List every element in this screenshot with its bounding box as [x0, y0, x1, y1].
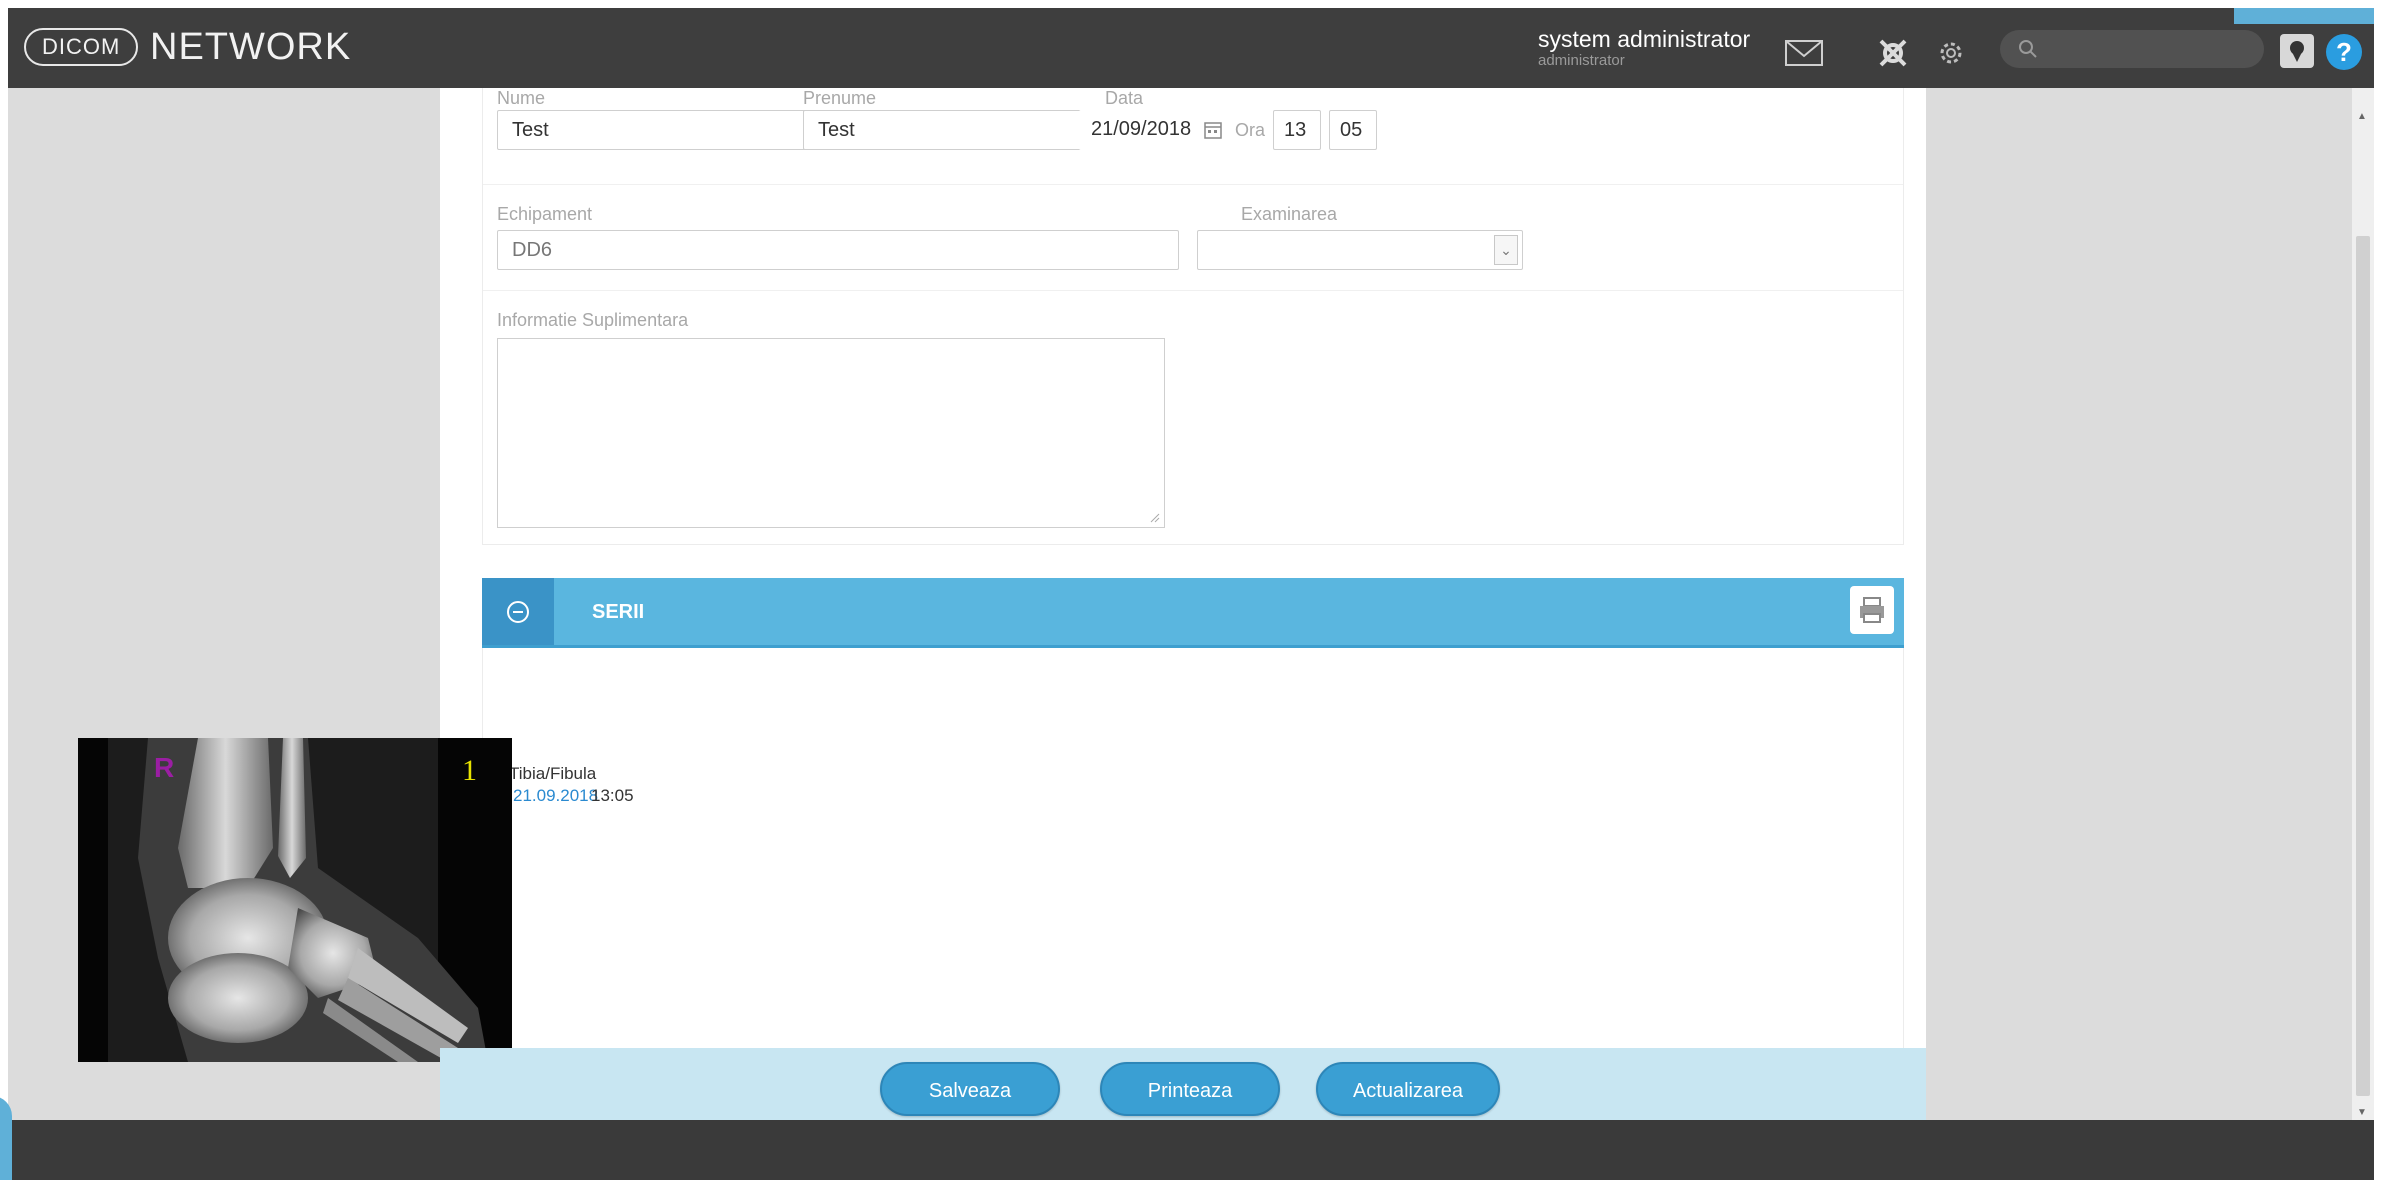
data-label: Data	[1105, 88, 1144, 108]
pin-icon	[2290, 41, 2304, 62]
prenume-input[interactable]: Test	[803, 110, 1125, 150]
gear-icon[interactable]	[1936, 38, 1966, 68]
corner-accent	[2234, 8, 2374, 24]
nume-input[interactable]: Test	[497, 110, 819, 150]
collapse-button[interactable]	[482, 578, 554, 645]
series-date[interactable]: 21.09.2018	[513, 786, 598, 806]
row-divider	[483, 290, 1903, 291]
print-series-button[interactable]	[1850, 586, 1894, 634]
informatie-textarea[interactable]	[497, 338, 1165, 528]
user-role: administrator	[1538, 52, 1625, 69]
series-header: SERII	[482, 578, 1904, 648]
patient-form: Nume Test Prenume Test Data 21/09/2018 O…	[482, 88, 1904, 545]
series-thumbnail[interactable]: R 1	[78, 738, 512, 1062]
minute-input[interactable]: 05	[1329, 110, 1377, 150]
action-bar: Salveaza Printeaza Actualizarea	[440, 1048, 1926, 1128]
logo-text[interactable]: NETWORK	[150, 24, 351, 70]
footer-bar	[8, 1120, 2374, 1180]
search-box[interactable]	[2000, 30, 2264, 68]
tools-icon[interactable]	[1876, 36, 1910, 70]
scroll-up-icon[interactable]: ▲	[2357, 112, 2367, 122]
user-menu[interactable]: system administrator administrator	[1538, 26, 1750, 70]
collapse-icon	[507, 601, 529, 623]
save-button[interactable]: Salveaza	[880, 1062, 1060, 1116]
search-icon	[2019, 40, 2037, 58]
scroll-down-icon[interactable]: ▼	[2357, 1108, 2367, 1118]
user-name: system administrator	[1538, 26, 1751, 52]
prenume-label: Prenume	[803, 88, 877, 108]
xray-image	[78, 738, 512, 1062]
scrollbar[interactable]: ▲ ▼	[2352, 88, 2374, 1128]
informatie-label: Informatie Suplimentara	[497, 310, 689, 330]
chevron-down-icon[interactable]: ⌄	[1494, 235, 1518, 265]
examinarea-label: Examinarea	[1241, 204, 1338, 224]
examinarea-select[interactable]: ⌄	[1197, 230, 1523, 270]
ora-label: Ora	[1235, 120, 1266, 140]
series-panel: Tibia/Fibula 21.09.2018 13:05	[482, 648, 1904, 1069]
series-title: SERII	[592, 601, 645, 623]
envelope-icon[interactable]	[1784, 38, 1824, 68]
row-divider	[483, 184, 1903, 185]
pin-button[interactable]	[2280, 34, 2314, 68]
series-time: 13:05	[591, 786, 634, 805]
print-button[interactable]: Printeaza	[1100, 1062, 1280, 1116]
resize-handle-icon[interactable]	[1148, 511, 1160, 523]
main-panel: Nume Test Prenume Test Data 21/09/2018 O…	[440, 88, 1926, 1128]
help-icon[interactable]: ?	[2326, 34, 2362, 70]
scroll-thumb[interactable]	[2356, 236, 2370, 1096]
series-name: Tibia/Fibula	[509, 764, 597, 783]
calendar-icon[interactable]	[1203, 120, 1223, 140]
left-accent	[0, 1096, 12, 1180]
search-input[interactable]	[2044, 34, 2258, 66]
xray-image-number: 1	[462, 754, 477, 787]
logo-badge[interactable]: DICOM	[24, 28, 139, 66]
nume-label: Nume	[497, 88, 546, 108]
echipament-input[interactable]: DD6	[497, 230, 1179, 270]
echipament-label: Echipament	[497, 204, 593, 224]
xray-orientation-marker: R	[154, 752, 175, 783]
update-button[interactable]: Actualizarea	[1316, 1062, 1500, 1116]
print-icon	[1860, 597, 1884, 623]
app-window: DICOM NETWORK system administrator admin…	[8, 8, 2374, 1180]
hour-input[interactable]: 13	[1273, 110, 1321, 150]
top-bar: DICOM NETWORK system administrator admin…	[8, 8, 2374, 88]
